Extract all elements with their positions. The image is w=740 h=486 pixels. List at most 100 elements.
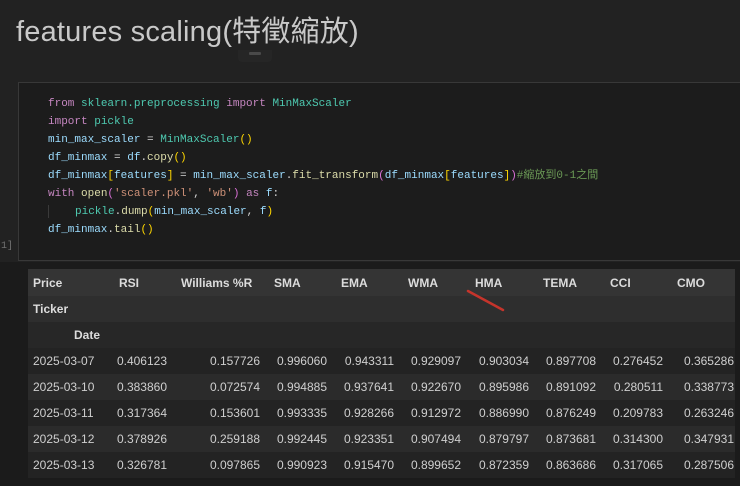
code-line[interactable]: min_max_scaler = MinMaxScaler() [48,131,598,149]
code-token: ) [510,170,517,182]
spacer-cell [106,296,735,322]
code-token: import [48,116,95,128]
dataframe-table: Price RSI Williams %R SMA EMA WMA HMA TEMA CCI CM… [28,269,735,478]
table-cell: 0.157726 [209,354,260,368]
code-token: = [173,170,194,182]
column-header: WMA [408,275,438,290]
code-token: , [246,206,260,218]
code-token: = [107,152,128,164]
code-token: MinMaxScaler [272,98,352,110]
table-cell: 0.928266 [343,406,394,420]
table-cell: 0.886990 [478,406,529,420]
table-cell: 0.915470 [343,458,394,472]
code-line[interactable]: df_minmax.tail() [48,221,598,239]
table-cell: 0.996060 [276,354,327,368]
row-date: 2025-03-13 [33,458,95,472]
table-row: 2025-03-13 0.326781 0.097865 0.990923 0.9154… [28,452,735,478]
code-token: df_minmax [48,170,108,182]
column-header: CCI [610,275,631,290]
table-cell: 0.383860 [116,380,167,394]
table-cell: 0.326781 [116,458,167,472]
row-date: 2025-03-10 [33,380,95,394]
index-name-label: Date [73,328,100,342]
code-line[interactable]: import pickle [48,113,598,131]
table-cell: 0.895986 [478,380,529,394]
table-cell: 0.872359 [478,458,529,472]
code-line[interactable]: from sklearn.preprocessing import MinMax… [48,95,598,113]
execution-count: 1] [1,241,14,252]
code-line[interactable]: with open('scaler.pkl', 'wb') as f: [48,185,598,203]
table-cell: 0.317364 [116,406,167,420]
code-token: features [114,170,167,182]
column-header: Price [33,275,63,290]
table-row: 2025-03-10 0.383860 0.072574 0.994885 0.9376… [28,374,735,400]
code-token: df_minmax [384,170,445,182]
column-header: CMO [677,275,705,290]
row-date: 2025-03-11 [33,406,94,420]
row-date: 2025-03-12 [33,432,95,446]
table-cell: 0.943311 [344,354,394,368]
index-header-label: Ticker [33,302,69,316]
column-header: Williams %R [181,275,253,290]
table-cell: 0.899652 [410,458,461,472]
table-cell: 0.873681 [545,432,596,446]
table-cell: 0.929097 [410,354,461,368]
code-token: min_max_scaler [193,170,286,182]
code-editor[interactable]: from sklearn.preprocessing import MinMax… [48,95,598,239]
code-token: 'scaler.pkl' [114,188,194,200]
code-token: with [48,188,82,200]
table-cell: 0.314300 [612,432,663,446]
red-pen-annotation [466,289,505,312]
table-cell: 0.097865 [209,458,260,472]
table-cell: 0.891092 [545,380,596,394]
code-token: min_max_scaler [48,134,141,146]
table-cell: 0.287506 [683,458,734,472]
table-cell: 0.378926 [116,432,167,446]
code-line[interactable]: df_minmax = df.copy() [48,149,598,167]
code-token: [ [444,170,451,182]
code-token: open [81,188,108,200]
code-token: ( [378,170,385,182]
code-token: df_minmax [48,152,108,164]
code-line[interactable]: pickle.dump(min_max_scaler, f) [48,203,598,221]
table-cell: 0.406123 [116,354,167,368]
table-cell: 0.876249 [545,406,596,420]
code-token: fit_transform [292,170,379,182]
drag-handle-icon [249,52,261,55]
table-cell: 0.907494 [410,432,461,446]
table-cell: 0.992445 [276,432,327,446]
code-token: import [219,98,273,110]
table-cell: 0.923351 [343,432,394,446]
table-row: 2025-03-12 0.378926 0.259188 0.992445 0.9233… [28,426,735,452]
table-header-row: Price RSI Williams %R SMA EMA WMA HMA TEMA CCI CM… [28,269,735,296]
page-title: features scaling(特徵縮放) [16,16,359,48]
code-token: sklearn.preprocessing [81,98,220,110]
spacer-cell [106,322,735,348]
code-token: : [272,188,280,200]
code-token: pickle [75,206,115,218]
code-token: () [140,224,154,236]
code-token: () [173,152,187,164]
table-cell: 0.994885 [276,380,327,394]
index-name-row: Date [28,322,735,348]
code-token: tail [114,224,141,236]
table-cell: 0.072574 [209,380,260,394]
code-line[interactable]: df_minmax[features] = min_max_scaler.fit… [48,167,598,185]
code-token: min_max_scaler [154,206,247,218]
code-token: MinMaxScaler [160,134,240,146]
code-token: df [127,152,141,164]
table-row: 2025-03-11 0.317364 0.153601 0.993335 0.9282… [28,400,735,426]
code-token: = [140,134,161,146]
column-header: RSI [119,275,140,290]
code-cell[interactable]: from sklearn.preprocessing import MinMax… [18,82,740,261]
table-cell: 0.912972 [410,406,461,420]
table-cell: 0.922670 [410,380,461,394]
code-token: , [193,188,207,200]
cell-toolbar-remnant [238,50,272,62]
row-date: 2025-03-07 [33,354,95,368]
table-row: 2025-03-07 0.406123 0.157726 0.996060 0.9433… [28,348,735,374]
code-token: 'wb' [206,188,233,200]
code-token: #縮放到0-1之間 [516,170,599,182]
column-header: EMA [341,275,368,290]
code-token: df_minmax [48,224,108,236]
